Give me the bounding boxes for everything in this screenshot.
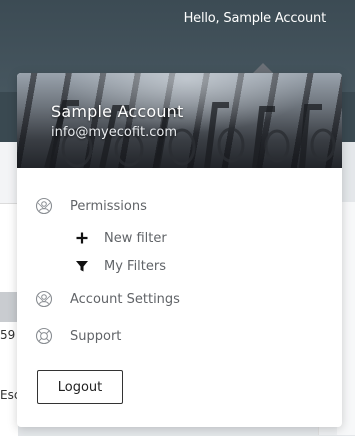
logout-button[interactable]: Logout bbox=[37, 370, 123, 404]
dropdown-caret bbox=[253, 63, 273, 73]
menu-item-new-filter[interactable]: New filter bbox=[75, 227, 167, 249]
menu-item-account-settings[interactable]: Account Settings bbox=[35, 288, 180, 310]
menu-item-label: Support bbox=[70, 328, 122, 344]
background-text: 59 bbox=[0, 328, 16, 342]
menu-item-label: Account Settings bbox=[70, 291, 180, 307]
account-dropdown-menu: Sample Account info@myecofit.com Permiss… bbox=[17, 73, 342, 427]
filter-icon bbox=[76, 261, 88, 272]
account-header-banner: Sample Account info@myecofit.com bbox=[17, 73, 342, 168]
user-greeting[interactable]: Hello, Sample Account bbox=[184, 11, 327, 26]
account-name: Sample Account bbox=[51, 102, 184, 121]
menu-item-permissions[interactable]: Permissions bbox=[35, 195, 147, 217]
settings-user-icon bbox=[35, 290, 53, 308]
menu-item-label: New filter bbox=[104, 230, 167, 246]
menu-item-label: Permissions bbox=[70, 198, 147, 214]
menu-item-my-filters[interactable]: My Filters bbox=[75, 255, 166, 277]
account-email: info@myecofit.com bbox=[51, 125, 178, 140]
lifebuoy-icon bbox=[35, 327, 53, 345]
menu-item-support[interactable]: Support bbox=[35, 325, 121, 347]
shield-user-icon bbox=[35, 197, 53, 215]
menu-item-label: My Filters bbox=[104, 258, 167, 274]
background-row bbox=[0, 292, 18, 322]
plus-icon bbox=[76, 232, 88, 244]
